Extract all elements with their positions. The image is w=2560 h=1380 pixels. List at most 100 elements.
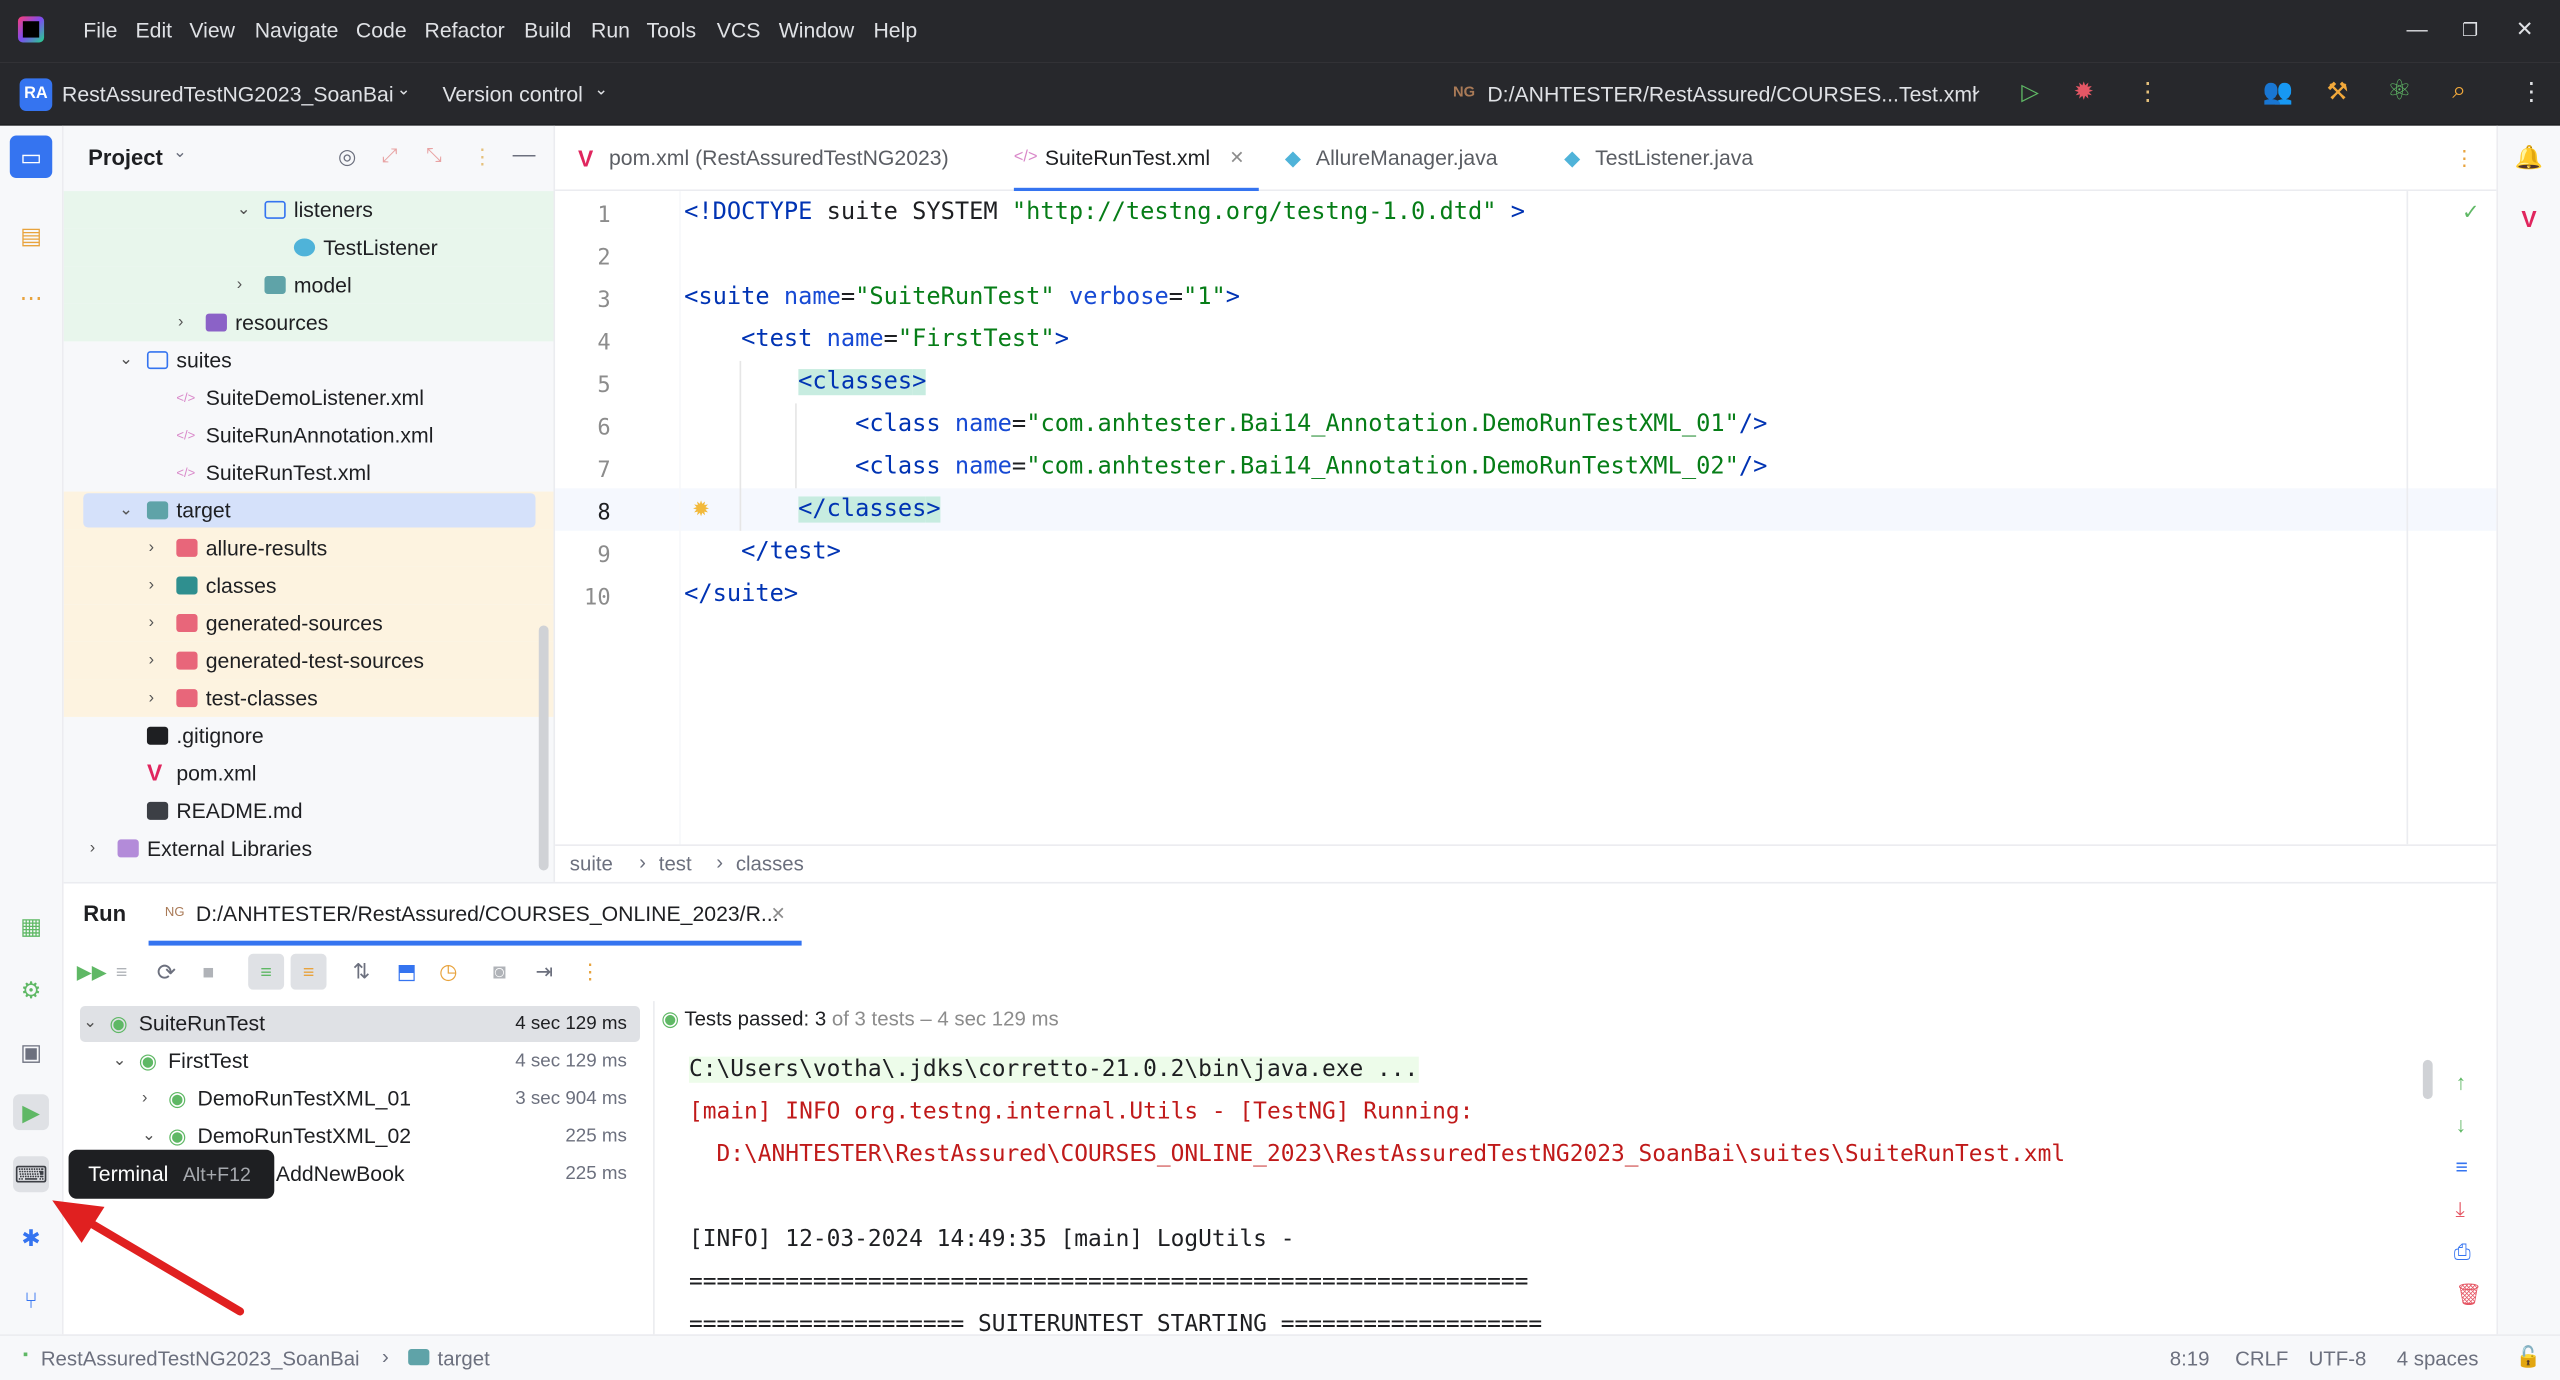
scroll-up-icon[interactable]: ↑ [2456,1070,2467,1094]
run-tool-icon[interactable]: ▶ [13,1094,49,1131]
more-icon[interactable]: ⋮ [580,959,601,985]
menu-window[interactable]: Window [779,18,855,42]
tab-alluremanager-java[interactable]: ◆ AllureManager.java [1285,126,1530,191]
debug-icon[interactable]: ✹ [2073,77,2094,106]
sort-icon[interactable]: ⇅ [353,959,371,985]
restore-icon[interactable]: ❐ [2462,20,2478,41]
run-icon[interactable]: ▷ [2021,78,2039,106]
locate-icon[interactable]: ◎ [338,144,357,170]
chevron-right-icon[interactable]: › [149,604,154,642]
project-tree-item[interactable]: › generated-sources [63,604,554,642]
project-tree-item[interactable]: ⌄ suites [64,341,554,379]
vcs-selector[interactable]: Version control [442,82,582,106]
project-tree-item[interactable]: ⌄ target [63,491,554,530]
plugins-tool-icon[interactable]: ▦ [13,908,49,944]
services-tool-icon[interactable]: ⚙ [13,972,49,1008]
close-tab-icon[interactable]: ✕ [1229,126,1244,191]
chevron-right-icon[interactable]: › [178,304,183,342]
project-tree-item[interactable]: › classes [63,566,554,605]
project-tree-item[interactable]: .gitignore [64,717,554,755]
scroll-down-icon[interactable]: ↓ [2456,1112,2467,1136]
project-tree-item[interactable]: Vpom.xml [64,755,554,793]
project-tree-item[interactable]: › test-classes [63,679,554,717]
menu-edit[interactable]: Edit [136,18,173,42]
encoding[interactable]: UTF-8 [2309,1347,2367,1370]
chevron-down-icon[interactable]: ⌄ [119,492,133,530]
test-tree-row[interactable]: › ◉ DemoRunTestXML_01 3 sec 904 ms [80,1081,640,1117]
chevron-down-icon[interactable]: ⌄ [397,82,411,100]
tab-testlistener-java[interactable]: ◆ TestListener.java [1564,126,1809,191]
maven-tool-icon[interactable]: V [2511,201,2547,237]
rerun-icon[interactable]: ▶▶ [77,960,107,983]
chevron-down-icon[interactable]: ⌄ [237,191,251,229]
menu-help[interactable]: Help [873,18,917,42]
status-project[interactable]: RestAssuredTestNG2023_SoanBai [41,1347,360,1370]
more-icon[interactable]: ⋮ [2136,77,2160,106]
menu-refactor[interactable]: Refactor [424,18,504,42]
chevron-right-icon[interactable]: › [149,642,154,680]
stop-icon[interactable]: ■ [202,960,214,983]
chevron-right-icon[interactable]: › [90,830,95,868]
import-tests-icon[interactable]: ⬒ [397,959,417,985]
run-panel-title[interactable]: Run [83,901,126,925]
project-tree-item[interactable]: › allure-results [63,529,554,567]
line-ending[interactable]: CRLF [2235,1347,2288,1370]
close-icon[interactable]: ✕ [2516,16,2534,42]
run-config-selector[interactable]: D:/ANHTESTER/RestAssured/COURSES...Test.… [1487,82,1976,106]
history-icon[interactable]: ◷ [439,959,458,985]
indent-setting[interactable]: 4 spaces [2397,1347,2479,1370]
tab-pom-xml[interactable]: Vpom.xml (RestAssuredTestNG2023) [578,126,986,191]
tab-suiteruntest-xml[interactable]: </> SuiteRunTest.xml ✕ [1013,126,1259,192]
project-panel-title[interactable]: Project [88,145,163,169]
close-tab-icon[interactable]: ✕ [771,903,786,925]
menu-navigate[interactable]: Navigate [255,18,339,42]
more-tools-icon[interactable]: ⋯ [13,279,49,315]
collapse-all-icon[interactable]: ⤡ [426,144,442,168]
chevron-down-icon[interactable]: ⌄ [119,341,133,379]
project-tree-item[interactable]: </> SuiteDemoListener.xml [64,379,554,417]
chevron-right-icon[interactable]: › [237,266,242,304]
screenshot-icon[interactable]: ◙ [493,959,506,983]
menu-vcs[interactable]: VCS [717,18,761,42]
code-with-me-icon[interactable]: 👥 [2263,77,2294,106]
breadcrumb-test[interactable]: test [659,852,692,875]
structure-tool-icon[interactable]: ▤ [13,217,49,253]
show-ignored-icon[interactable]: ≡ [290,953,327,990]
project-tree-item[interactable]: TestListener [63,228,554,267]
console-scrollbar[interactable] [2422,1059,2433,1100]
status-folder[interactable]: target [438,1347,490,1370]
toggle-autotest-icon[interactable]: ⟳ [157,959,176,987]
soft-wrap-icon[interactable]: ≡ [2456,1155,2468,1179]
build-tools-icon[interactable]: ⚒ [2327,77,2349,106]
breadcrumb-suite[interactable]: suite [570,852,613,875]
app-logo-icon[interactable] [17,16,45,43]
no-problems-icon[interactable]: ✓ [2462,199,2480,225]
hide-icon[interactable]: — [513,140,536,166]
chevron-down-icon[interactable]: ⌄ [113,1044,127,1080]
notifications-icon[interactable]: 🔔 [2511,139,2547,175]
tabs-more-icon[interactable]: ⋮ [2454,145,2475,171]
menu-run[interactable]: Run [591,18,630,42]
project-tree-item[interactable]: ⌄ listeners [63,191,554,229]
scroll-to-end-icon[interactable]: ⤓ [2456,1197,2465,1223]
ai-assistant-icon[interactable]: ⚛ [2387,75,2412,108]
database-tool-icon[interactable]: ▣ [13,1034,49,1070]
run-tab[interactable]: NG D:/ANHTESTER/RestAssured/COURSES_ONLI… [148,884,802,946]
chevron-down-icon[interactable]: ⌄ [83,1006,97,1042]
menu-tools[interactable]: Tools [647,18,697,42]
search-icon[interactable]: ⌕ [2452,77,2466,105]
print-icon[interactable]: ⎙ [2454,1240,2471,1266]
rerun-failed-icon[interactable]: ≡ [116,960,127,983]
project-tree-item[interactable]: › generated-test-sources [63,641,554,680]
breadcrumb-classes[interactable]: classes [736,852,804,875]
test-tree-row[interactable]: ⌄ ◉ SuiteRunTest 4 sec 129 ms [79,1006,640,1042]
clear-icon[interactable]: 🗑 [2456,1282,2483,1308]
test-tree-row[interactable]: ⌄ ◉ FirstTest 4 sec 129 ms [80,1044,640,1080]
code-editor[interactable]: ✹ ✓ 1 <!DOCTYPE suite SYSTEM "http://test… [555,191,2497,845]
expand-all-icon[interactable]: ⤢ [382,144,398,168]
chevron-right-icon[interactable]: › [149,567,154,605]
project-tree-item[interactable]: </> SuiteRunAnnotation.xml [64,416,554,454]
project-tree-item[interactable]: › External Libraries [64,830,554,868]
menu-view[interactable]: View [189,18,235,42]
project-selector[interactable]: RestAssuredTestNG2023_SoanBai [62,82,394,106]
